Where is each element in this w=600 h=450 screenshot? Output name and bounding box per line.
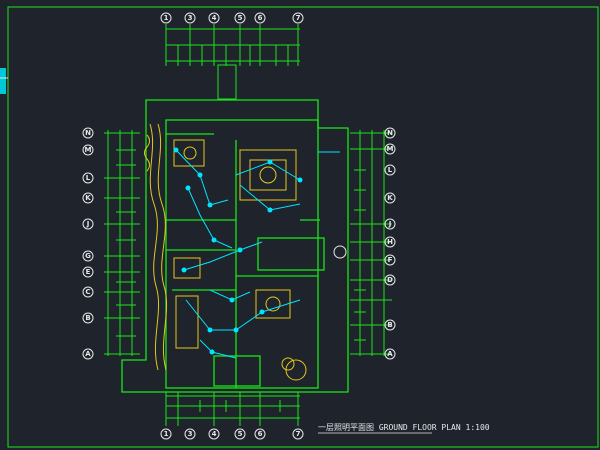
axis-left-N: N [85,129,91,137]
axis-bottom-5: 5 [238,430,243,438]
axis-bottom-4: 4 [212,430,217,438]
axis-bottom-1: 1 [164,430,169,438]
axis-left-E: E [86,268,91,276]
axis-top-5: 5 [238,14,243,22]
bottom-dimensions [165,392,300,426]
axis-top-1: 1 [164,14,169,22]
furniture [173,139,307,381]
landscape-planting [144,123,168,371]
axis-left-A: A [85,350,91,358]
axis-top-7: 7 [296,14,301,22]
sheet-frame [7,6,599,448]
cad-drawing: 1 3 4 5 6 71 3 4 5 6 7NMLKJGECBANMLKJHFDBA 一层照明平面图… [0,6,599,448]
axis-left-G: G [85,252,91,260]
axis-left-J: J [86,220,90,228]
axis-left-M: M [85,146,92,154]
axis-left-L: L [86,174,91,182]
axis-left-K: K [85,194,91,202]
outdoor-fixture [333,245,347,259]
axis-right-F: F [388,256,393,264]
axis-right-L: L [388,166,393,174]
axis-right-D: D [387,276,393,284]
axis-top-6: 6 [258,14,263,22]
axis-right-M: M [387,145,394,153]
side-tab [0,68,6,94]
left-dimensions [104,130,140,356]
axis-right-A: A [387,350,393,358]
axis-top-4: 4 [212,14,217,22]
axis-bottom-3: 3 [188,430,193,438]
light-fixtures [173,147,303,355]
axis-right-N: N [387,129,393,137]
axis-bottom-7: 7 [296,430,301,438]
axis-right-B: B [387,321,392,329]
axis-right-J: J [388,220,392,228]
axis-left-C: C [85,288,90,296]
axis-bottom-6: 6 [258,430,263,438]
top-dimensions [165,24,300,100]
axis-top-3: 3 [188,14,193,22]
drawing-caption: 一层照明平面图 GROUND FLOOR PLAN 1:100 [318,423,490,432]
axis-right-K: K [387,194,393,202]
axis-right-H: H [387,238,393,246]
axis-left-B: B [85,314,90,322]
